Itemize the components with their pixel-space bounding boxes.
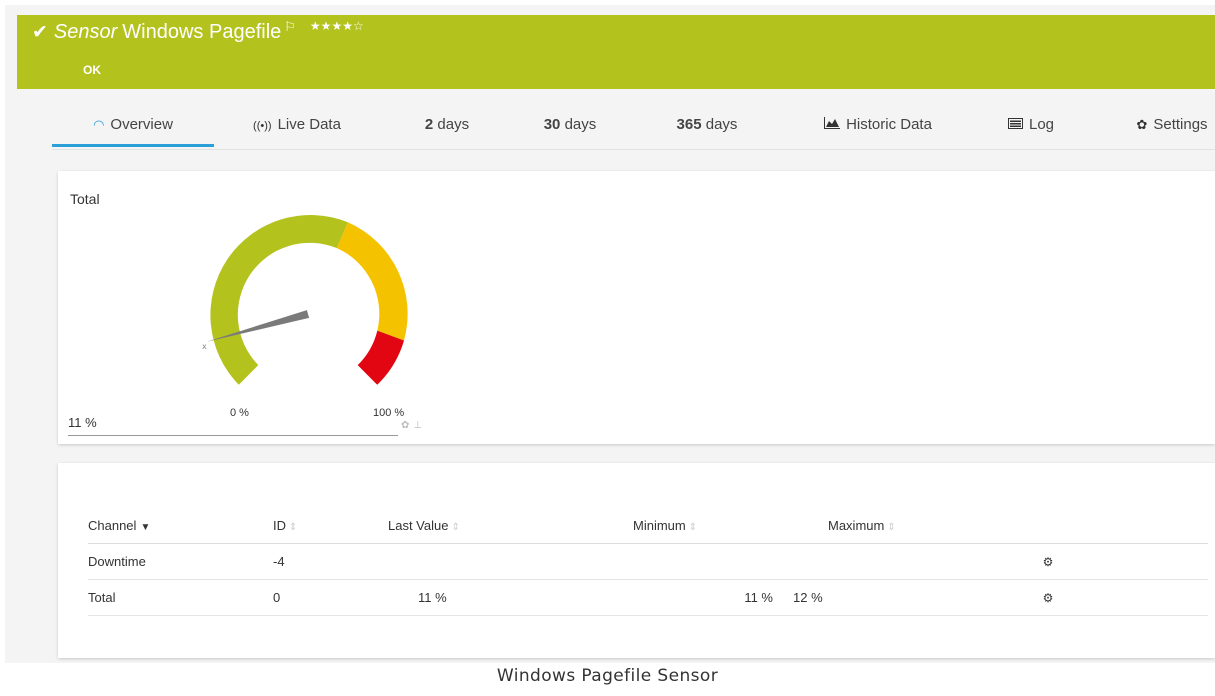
tab-2-days-unit: days xyxy=(437,116,470,133)
cell-channel[interactable]: Downtime xyxy=(88,543,273,580)
cell-maximum xyxy=(793,543,988,580)
tab-365-days[interactable]: 365 days xyxy=(652,103,762,147)
channel-settings-icon[interactable]: ⚙ xyxy=(1043,591,1054,605)
column-header-id[interactable]: ID ⇕ xyxy=(273,507,388,544)
area-chart-icon xyxy=(824,103,841,147)
cell-last-value: 11 % xyxy=(388,579,553,616)
column-header-actions xyxy=(987,507,1208,544)
live-data-icon: ((•)) xyxy=(253,120,272,132)
table-row[interactable]: Downtime -4 ⚙ xyxy=(88,543,1208,580)
sensor-type: Sensor xyxy=(53,21,118,43)
priority-stars[interactable]: ★★★★☆ xyxy=(310,19,364,33)
gauge-chart[interactable]: x xyxy=(178,206,438,406)
gauge-warning-zone xyxy=(336,222,408,341)
table-row[interactable]: Total 0 11 % 11 % 12 % ⚙ xyxy=(88,579,1208,616)
tab-30-days[interactable]: 30 days xyxy=(520,103,620,147)
column-label-maximum: Maximum xyxy=(828,517,885,533)
tab-log[interactable]: Log xyxy=(992,103,1070,147)
tab-log-label: Log xyxy=(1028,116,1055,133)
channel-settings-icon[interactable]: ⚙ xyxy=(1043,555,1054,569)
gauge-max-label: 100 % xyxy=(373,407,405,419)
cell-actions: ⚙ xyxy=(987,543,1208,580)
cell-maximum: 12 % xyxy=(793,579,988,616)
tab-historic-data-label: Historic Data xyxy=(846,116,932,133)
status-text: OK xyxy=(83,63,101,77)
gauge-min-label: 0 % xyxy=(230,407,249,419)
tab-2-days[interactable]: 2 days xyxy=(402,103,492,147)
cell-minimum xyxy=(553,543,793,580)
channel-table-panel: Channel ▼ ID ⇕ Last Value ⇕ Minimum ⇕ Maximu… xyxy=(58,463,1215,658)
gauge-icon: ◠ xyxy=(93,117,105,132)
gauge-tiny-label: x xyxy=(202,342,207,351)
cell-channel[interactable]: Total xyxy=(88,579,273,616)
tab-2-days-number: 2 xyxy=(424,116,434,133)
sort-desc-icon: ▼ xyxy=(140,521,151,533)
cell-last-value xyxy=(388,543,553,580)
pin-icon[interactable]: ⊥ xyxy=(413,420,422,431)
gauge-error-zone xyxy=(357,330,404,385)
column-header-maximum[interactable]: Maximum ⇕ xyxy=(793,507,988,544)
tab-settings[interactable]: ✿ Settings xyxy=(1122,103,1215,147)
tab-historic-data[interactable]: Historic Data xyxy=(804,103,952,147)
column-header-last-value[interactable]: Last Value ⇕ xyxy=(388,507,553,544)
tab-30-days-unit: days xyxy=(564,116,597,133)
tab-365-days-number: 365 xyxy=(676,116,702,133)
flag-icon[interactable]: ⚐ xyxy=(284,19,296,34)
column-label-channel: Channel xyxy=(88,517,137,533)
sort-icon: ⇕ xyxy=(887,521,896,533)
sensor-name: Windows Pagefile xyxy=(122,21,282,43)
gauge-tools: ✿ ⊥ xyxy=(401,420,426,431)
gear-icon: ✿ xyxy=(1136,117,1148,132)
figure-caption: Windows Pagefile Sensor xyxy=(496,666,719,686)
sort-icon: ⇕ xyxy=(289,521,298,533)
column-label-last-value: Last Value xyxy=(388,517,449,533)
tab-overview[interactable]: ◠ Overview xyxy=(52,103,214,147)
gauge-settings-icon[interactable]: ✿ xyxy=(401,420,409,431)
sensor-title: ✔ Sensor Windows Pagefile ⚐ ★★★★☆ xyxy=(32,19,364,44)
column-label-minimum: Minimum xyxy=(633,517,686,533)
sort-icon: ⇕ xyxy=(451,521,460,533)
channel-table: Channel ▼ ID ⇕ Last Value ⇕ Minimum ⇕ Maximu… xyxy=(88,507,1208,616)
sort-icon: ⇕ xyxy=(688,521,698,533)
tab-bar: ◠ Overview ((•)) Live Data 2 days 30 days … xyxy=(52,103,1215,150)
gauge-ok-zone xyxy=(210,215,348,385)
log-icon xyxy=(1007,103,1023,147)
tab-30-days-number: 30 xyxy=(543,116,561,133)
column-header-minimum[interactable]: Minimum ⇕ xyxy=(553,507,793,544)
sensor-header: ✔ Sensor Windows Pagefile ⚐ ★★★★☆ OK xyxy=(17,15,1215,89)
cell-id: 0 xyxy=(273,579,388,616)
gauge-panel: Total x 0 % 100 % 11 % ✿ ⊥ xyxy=(58,171,1215,444)
cell-id: -4 xyxy=(273,543,388,580)
cell-minimum: 11 % xyxy=(553,579,793,616)
cell-actions: ⚙ xyxy=(987,579,1208,616)
tab-live-data-label: Live Data xyxy=(277,116,341,133)
gauge-divider xyxy=(68,435,398,436)
tab-live-data[interactable]: ((•)) Live Data xyxy=(227,103,367,147)
tab-overview-label: Overview xyxy=(110,116,173,133)
gauge-last-value: 11 % xyxy=(68,415,97,430)
column-header-channel[interactable]: Channel ▼ xyxy=(88,507,273,544)
tab-settings-label: Settings xyxy=(1153,116,1208,133)
tab-365-days-unit: days xyxy=(705,116,738,133)
sensor-page: ✔ Sensor Windows Pagefile ⚐ ★★★★☆ OK ◠ Overvi… xyxy=(5,5,1215,663)
table-header-row: Channel ▼ ID ⇕ Last Value ⇕ Minimum ⇕ Maximu… xyxy=(88,507,1208,544)
column-label-id: ID xyxy=(273,517,286,533)
check-icon: ✔ xyxy=(32,22,48,43)
gauge-title: Total xyxy=(70,191,100,207)
